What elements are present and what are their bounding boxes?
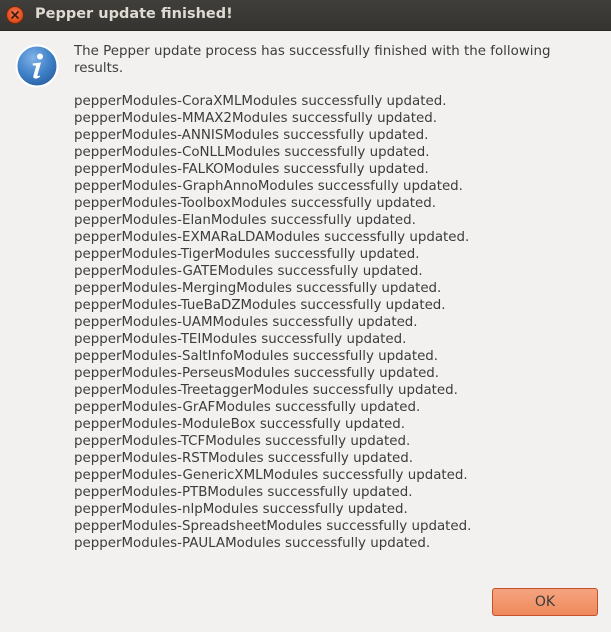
dialog-window: Pepper update finished! The Pepper updat… [0,0,611,632]
close-icon[interactable] [7,7,23,23]
result-line: pepperModules-MMAX2Modules successfully … [74,111,438,126]
dialog-content: The Pepper update process has successful… [74,43,584,552]
result-line: pepperModules-PAULAModules successfully … [74,536,431,551]
result-line: pepperModules-nlpModules successfully up… [74,502,408,517]
result-line: pepperModules-TCFModules successfully up… [74,434,411,449]
info-icon [15,44,59,88]
result-line: pepperModules-GrAFModules successfully u… [74,400,421,415]
result-line: pepperModules-GATEModules successfully u… [74,264,423,279]
result-line: pepperModules-ModuleBox successfully upd… [74,417,405,432]
result-line: pepperModules-PerseusModules successfull… [74,366,440,381]
result-line: pepperModules-TEIModules successfully up… [74,332,407,347]
result-line: pepperModules-TigerModules successfully … [74,247,420,262]
result-line: pepperModules-ANNISModules successfully … [74,128,429,143]
results-list: pepperModules-CoraXMLModules successfull… [74,93,584,552]
ok-button[interactable]: OK [492,588,598,616]
result-line: pepperModules-CoraXMLModules successfull… [74,94,447,109]
result-line: pepperModules-ElanModules successfully u… [74,213,416,228]
result-line: pepperModules-TreetaggerModules successf… [74,383,458,398]
result-line: pepperModules-EXMARaLDAModules successfu… [74,230,470,245]
result-line: pepperModules-FALKOModules successfully … [74,162,429,177]
result-line: pepperModules-RSTModules successfully up… [74,451,414,466]
result-line: pepperModules-SpreadsheetModules success… [74,519,472,534]
result-line: pepperModules-MergingModules successfull… [74,281,442,296]
result-line: pepperModules-ToolboxModules successfull… [74,196,437,211]
result-line: pepperModules-UAMModules successfully up… [74,315,418,330]
result-line: pepperModules-PTBModules successfully up… [74,485,413,500]
window-title: Pepper update finished! [35,6,233,22]
result-line: pepperModules-GenericXMLModules successf… [74,468,468,483]
result-line: pepperModules-SaltInfoModules successful… [74,349,439,364]
intro-message: The Pepper update process has successful… [74,44,551,76]
result-line: pepperModules-TueBaDZModules successfull… [74,298,446,313]
result-line: pepperModules-CoNLLModules successfully … [74,145,430,160]
result-line: pepperModules-GraphAnnoModules successfu… [74,179,463,194]
title-bar[interactable]: Pepper update finished! [0,0,611,31]
